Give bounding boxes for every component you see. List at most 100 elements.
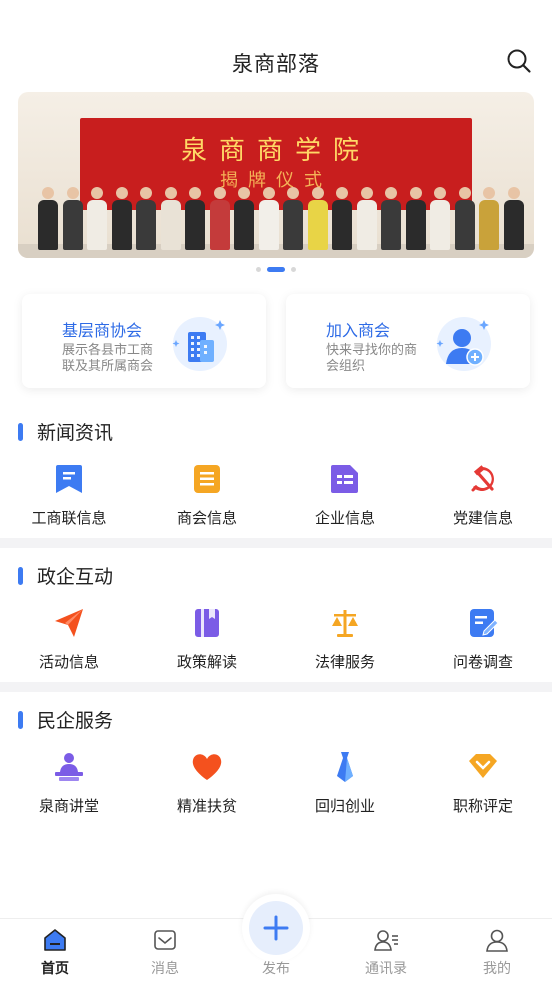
tab-label: 我的 — [483, 960, 511, 976]
tab-label: 消息 — [151, 960, 179, 976]
banner-person — [283, 187, 303, 250]
banner-person — [38, 187, 58, 250]
message-icon — [154, 930, 176, 950]
grid-item-poverty-alleviation[interactable]: 精准扶贫 — [138, 750, 276, 816]
banner-person — [479, 187, 499, 250]
grid-item-chamber-info[interactable]: 商会信息 — [138, 462, 276, 528]
grid-item-label: 法律服务 — [314, 654, 375, 671]
grid-item-survey[interactable]: 问卷调查 — [414, 606, 552, 672]
banner-carousel[interactable]: 泉商商学院 揭牌仪式 — [18, 92, 534, 258]
grid-item-legal[interactable]: 法律服务 — [276, 606, 414, 672]
lecturer-icon — [55, 753, 83, 781]
search-icon[interactable] — [506, 48, 532, 74]
banner-person — [430, 187, 450, 250]
section-marker — [18, 566, 23, 585]
grid-item-party-info[interactable]: 党建信息 — [414, 462, 552, 528]
grid-item-label: 商会信息 — [176, 510, 237, 527]
tab-profile[interactable]: 我的 — [442, 927, 552, 978]
edit-document-icon — [470, 609, 499, 637]
contacts-icon — [374, 930, 398, 951]
carousel-dot[interactable] — [291, 267, 296, 272]
grid-item-label: 泉商讲堂 — [38, 798, 99, 815]
carousel-indicator — [0, 267, 552, 272]
tab-label: 通讯录 — [365, 960, 407, 976]
grid-item-label: 政策解读 — [176, 654, 237, 671]
banner-person — [62, 187, 83, 250]
page-title: 泉商部落 — [232, 53, 320, 76]
banner-person — [209, 187, 230, 250]
banner-person — [503, 187, 524, 250]
interaction-grid: 活动信息 政策解读 法律服务 问卷调查 — [0, 606, 552, 672]
card-grassroots-chamber[interactable]: 基层商协会 展示各县市工商联及其所属商会 — [22, 294, 266, 388]
banner-person — [234, 187, 254, 250]
paper-plane-icon — [55, 609, 83, 637]
tab-messages[interactable]: 消息 — [110, 927, 220, 978]
banner-person — [185, 187, 205, 250]
card-desc: 展示各县市工商联及其所属商会 — [62, 342, 154, 373]
service-grid: 泉商讲堂 精准扶贫 回归创业 职称评定 — [0, 750, 552, 816]
bookmark-icon — [56, 465, 82, 493]
grid-item-title-evaluation[interactable]: 职称评定 — [414, 750, 552, 816]
feature-cards: 基层商协会 展示各县市工商联及其所属商会 加入商会 快来寻找你的商会组织 — [22, 294, 530, 388]
card-title: 加入商会 — [326, 323, 391, 340]
banner-person — [87, 187, 107, 250]
section-marker — [18, 422, 23, 441]
grid-item-federation-info[interactable]: 工商联信息 — [0, 462, 138, 528]
section-marker — [18, 710, 23, 729]
scale-icon — [332, 610, 358, 637]
user-icon — [486, 929, 508, 952]
grid-item-label: 职称评定 — [452, 798, 513, 815]
tab-label: 首页 — [41, 960, 69, 976]
card-title: 基层商协会 — [62, 323, 143, 340]
hammer-sickle-icon — [471, 465, 494, 492]
banner-caption: 泉商商学院 — [180, 136, 371, 166]
section-title: 民企服务 — [37, 711, 114, 732]
card-desc: 快来寻找你的商会组织 — [326, 342, 418, 373]
plus-icon — [263, 915, 289, 941]
carousel-dot-active[interactable] — [267, 267, 285, 272]
banner-person — [454, 187, 475, 250]
add-user-icon — [436, 317, 491, 371]
grid-item-lecture[interactable]: 泉商讲堂 — [0, 750, 138, 816]
banner-person — [136, 187, 156, 250]
home-icon — [44, 929, 66, 951]
banner-person — [356, 187, 377, 250]
grid-item-label: 企业信息 — [314, 510, 375, 527]
building-icon — [172, 317, 227, 371]
section-divider — [0, 682, 552, 692]
document-icon — [194, 465, 220, 493]
tie-icon — [337, 752, 353, 782]
grid-item-label: 工商联信息 — [31, 510, 107, 527]
banner-person — [405, 187, 426, 250]
grid-item-label: 问卷调查 — [452, 654, 513, 671]
grid-item-label: 党建信息 — [452, 510, 513, 527]
tab-home[interactable]: 首页 — [0, 927, 110, 978]
section-divider — [0, 538, 552, 548]
section-interaction: 政企互动 — [18, 562, 113, 589]
file-list-icon — [331, 465, 358, 493]
book-icon — [195, 609, 219, 637]
banner-person — [307, 187, 328, 250]
section-private-enterprise: 民企服务 — [18, 706, 113, 733]
banner-person — [160, 187, 181, 250]
section-title: 新闻资讯 — [37, 423, 114, 444]
news-grid: 工商联信息 商会信息 企业信息 党建信息 — [0, 462, 552, 528]
grid-item-label: 活动信息 — [38, 654, 99, 671]
grid-item-label: 回归创业 — [314, 798, 375, 815]
banner-person — [258, 187, 279, 250]
diamond-icon — [469, 754, 497, 778]
grid-item-activity-info[interactable]: 活动信息 — [0, 606, 138, 672]
carousel-dot[interactable] — [256, 267, 261, 272]
publish-button[interactable] — [249, 901, 303, 955]
card-join-chamber[interactable]: 加入商会 快来寻找你的商会组织 — [286, 294, 530, 388]
tab-contacts[interactable]: 通讯录 — [331, 927, 441, 978]
section-news: 新闻资讯 — [18, 418, 113, 445]
grid-item-return-startup[interactable]: 回归创业 — [276, 750, 414, 816]
grid-item-label: 精准扶贫 — [176, 798, 237, 815]
app-header: 泉商部落 — [0, 0, 552, 90]
heart-icon — [192, 754, 222, 780]
banner-person — [332, 187, 352, 250]
grid-item-policy[interactable]: 政策解读 — [138, 606, 276, 672]
grid-item-enterprise-info[interactable]: 企业信息 — [276, 462, 414, 528]
banner-person — [111, 187, 132, 250]
